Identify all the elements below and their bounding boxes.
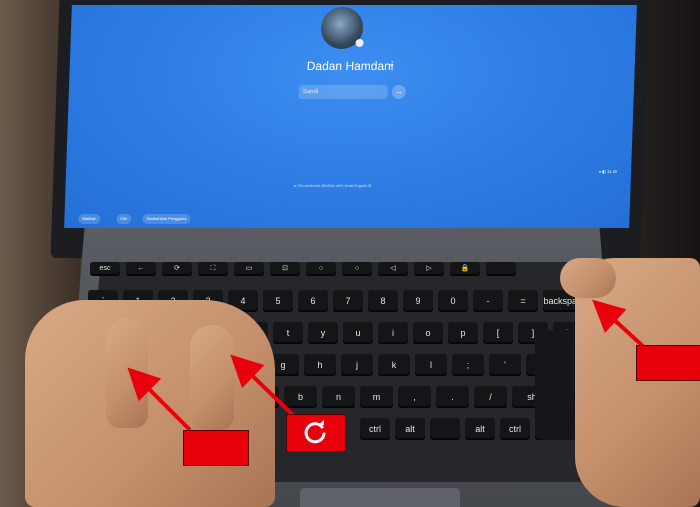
annotation-arrows: [127, 299, 647, 432]
arrow-to-power: [592, 299, 647, 350]
photo-scene: Dadan Hamdani ⌄ Sandi → ● Chromebook dik…: [0, 0, 700, 507]
arrow-to-esc: [127, 367, 192, 432]
refresh-icon: [304, 420, 326, 444]
arrow-to-refresh: [230, 354, 298, 420]
power-label-box: [636, 345, 700, 381]
esc-label-box: [183, 430, 249, 466]
